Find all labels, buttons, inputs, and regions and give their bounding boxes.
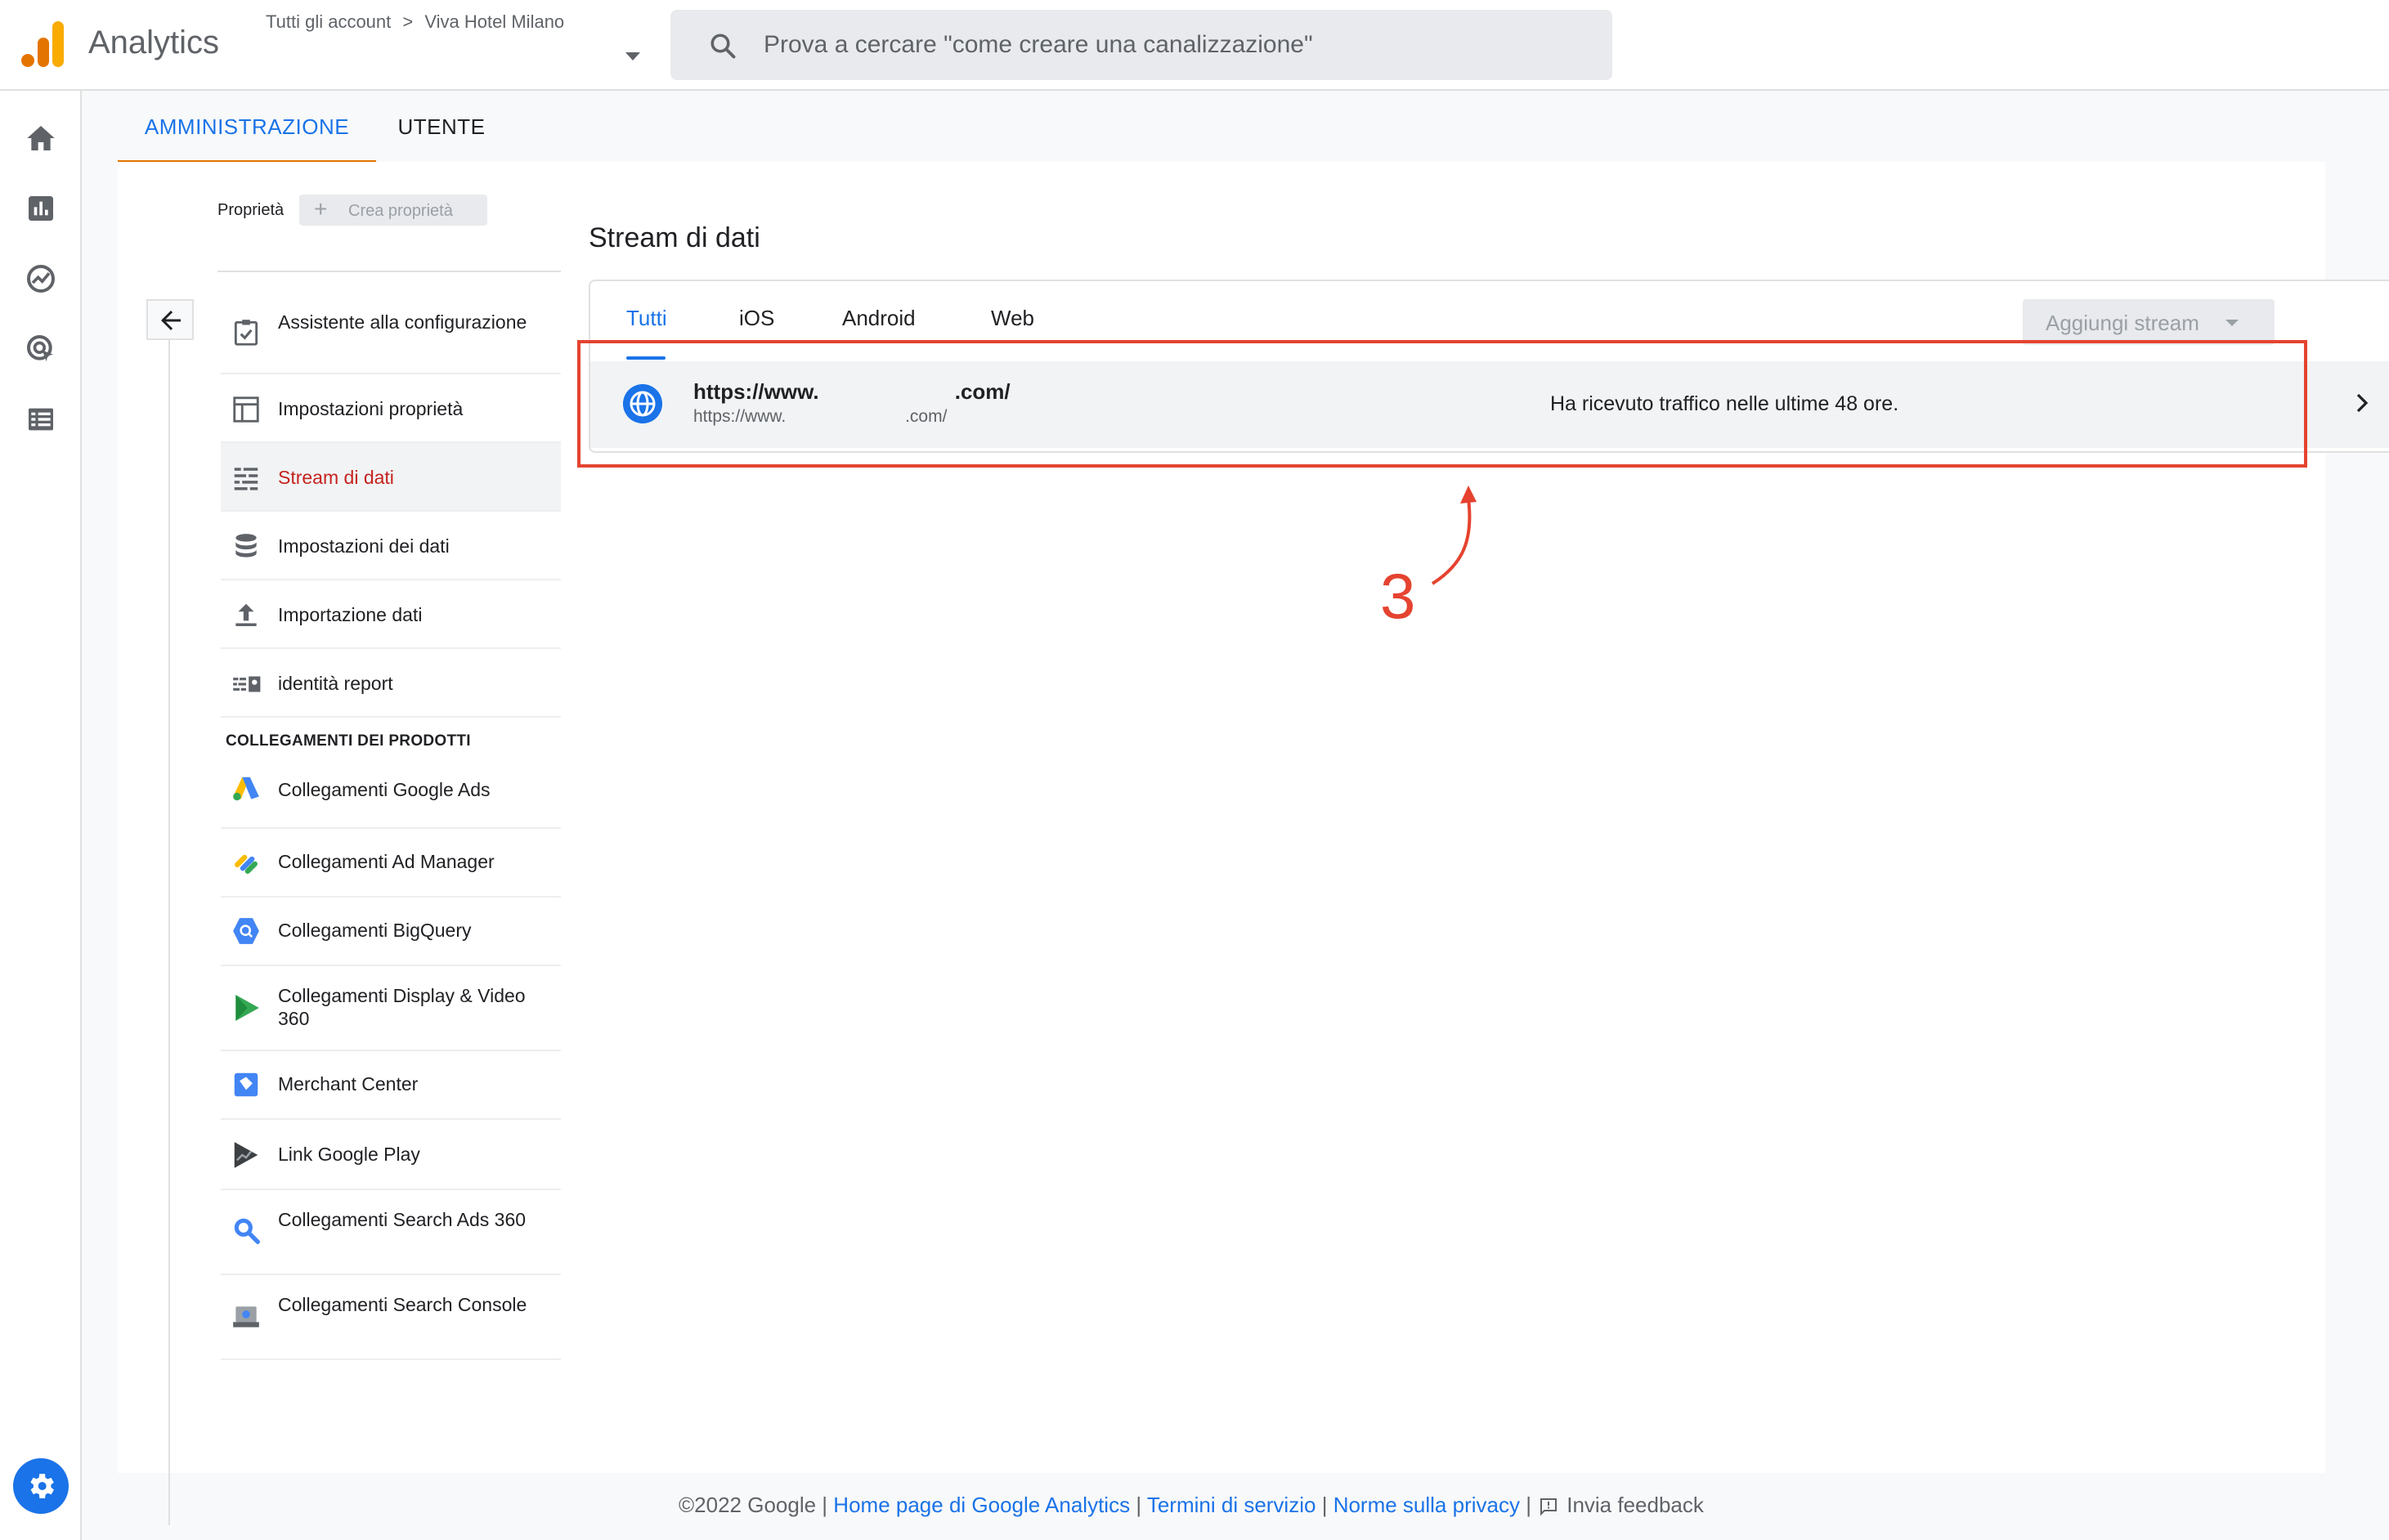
identity-icon — [233, 676, 261, 692]
page-title: Stream di dati — [589, 222, 760, 253]
tree-line — [168, 340, 170, 1525]
left-nav-rail — [0, 91, 82, 1540]
chevron-down-icon[interactable] — [625, 52, 640, 60]
tab-amministrazione[interactable]: AMMINISTRAZIONE — [118, 98, 376, 163]
plus-icon: + — [314, 196, 328, 222]
configure-icon[interactable] — [25, 403, 57, 436]
feedback-icon — [1540, 1498, 1558, 1516]
annotation-highlight-box — [577, 340, 2307, 468]
search-ads-icon — [234, 1218, 260, 1244]
breadcrumb: Tutti gli account > Viva Hotel Milano — [266, 11, 564, 33]
layout-icon — [233, 396, 259, 423]
menu-item-label: identità report — [278, 673, 393, 694]
feedback-button[interactable]: Invia feedback — [1537, 1493, 1704, 1517]
app-title: Analytics — [88, 25, 220, 60]
menu-item-label: Collegamenti Google Ads — [278, 779, 491, 800]
chevron-down-icon — [2225, 320, 2239, 326]
breadcrumb-property: Viva Hotel Milano — [424, 11, 565, 32]
bigquery-icon — [233, 918, 259, 944]
menu-item-merchant-center[interactable]: Merchant Center — [221, 1051, 561, 1120]
tab-ios[interactable]: iOS — [739, 306, 774, 331]
menu-item-dv360[interactable]: Collegamenti Display & Video 360 — [221, 966, 561, 1051]
property-menu: Assistente alla configurazione Impostazi… — [221, 293, 561, 1360]
tab-web[interactable]: Web — [991, 306, 1034, 331]
menu-item-label: Importazione dati — [278, 604, 423, 625]
dv360-icon — [235, 995, 259, 1021]
product-links-section-title: COLLEGAMENTI DEI PRODOTTI — [226, 732, 471, 750]
menu-item-ad-manager[interactable]: Collegamenti Ad Manager — [221, 829, 561, 898]
menu-item-label: Stream di dati — [278, 467, 394, 488]
annotation-number: 3 — [1380, 560, 1416, 632]
create-property-button[interactable]: + Crea proprietà — [299, 195, 487, 226]
menu-item-label: Collegamenti Search Ads 360 — [278, 1209, 527, 1230]
column-divider — [217, 271, 561, 272]
create-property-label: Crea proprietà — [348, 202, 453, 220]
menu-item-bigquery[interactable]: Collegamenti BigQuery — [221, 898, 561, 966]
top-bar: Analytics Tutti gli account > Viva Hotel… — [0, 0, 2389, 91]
google-ads-icon — [233, 777, 259, 801]
menu-item-setup-assistant[interactable]: Assistente alla configurazione — [221, 293, 561, 374]
search-input[interactable]: Prova a cercare "come creare una canaliz… — [764, 31, 1313, 59]
breadcrumb-separator: > — [402, 11, 414, 32]
menu-item-google-ads[interactable]: Collegamenti Google Ads — [221, 754, 561, 829]
search-icon — [710, 34, 736, 59]
menu-item-label: Impostazioni proprietà — [278, 398, 464, 419]
database-icon — [235, 534, 257, 557]
analytics-logo-icon[interactable] — [21, 21, 64, 67]
menu-item-google-play[interactable]: Link Google Play — [221, 1120, 561, 1190]
google-play-icon — [234, 1142, 258, 1168]
search-bar[interactable]: Prova a cercare "come creare una canaliz… — [670, 10, 1612, 80]
menu-item-data-streams[interactable]: Stream di dati — [221, 443, 561, 512]
chevron-right-icon[interactable] — [2350, 391, 2374, 415]
add-stream-label: Aggiungi stream — [2046, 311, 2199, 335]
footer-link-privacy[interactable]: Norme sulla privacy — [1333, 1493, 1520, 1517]
menu-item-data-import[interactable]: Importazione dati — [221, 580, 561, 649]
tab-tutti[interactable]: Tutti — [626, 306, 667, 331]
property-label: Proprietà — [217, 201, 285, 219]
footer: ©2022 Google | Home page di Google Analy… — [0, 1493, 2389, 1529]
home-icon[interactable] — [25, 122, 57, 154]
search-console-icon — [233, 1306, 259, 1327]
streams-icon — [234, 468, 258, 490]
footer-separator: | — [1136, 1493, 1142, 1517]
tab-android[interactable]: Android — [842, 306, 916, 331]
breadcrumb-account: Tutti gli account — [266, 11, 392, 32]
checklist-icon — [234, 320, 258, 346]
feedback-label: Invia feedback — [1567, 1493, 1704, 1517]
menu-item-label: Collegamenti BigQuery — [278, 920, 472, 941]
add-stream-button[interactable]: Aggiungi stream — [2023, 299, 2275, 345]
account-picker[interactable]: Tutti gli account > Viva Hotel Milano — [266, 11, 642, 77]
footer-separator: | — [822, 1493, 828, 1517]
arrow-back-icon — [161, 311, 181, 330]
menu-item-label: Assistente alla configurazione — [278, 311, 527, 333]
merchant-center-icon — [234, 1072, 258, 1097]
footer-copyright: ©2022 Google — [679, 1493, 817, 1517]
explore-icon[interactable] — [25, 262, 57, 295]
footer-separator: | — [1526, 1493, 1531, 1517]
footer-separator: | — [1321, 1493, 1328, 1517]
reports-icon[interactable] — [25, 192, 57, 225]
menu-item-data-settings[interactable]: Impostazioni dei dati — [221, 512, 561, 580]
menu-item-search-console[interactable]: Collegamenti Search Console — [221, 1275, 561, 1360]
footer-link-terms[interactable]: Termini di servizio — [1147, 1493, 1316, 1517]
menu-item-label: Impostazioni dei dati — [278, 535, 450, 557]
menu-item-property-settings[interactable]: Impostazioni proprietà — [221, 374, 561, 443]
menu-item-label: Merchant Center — [278, 1073, 419, 1095]
menu-item-label: Collegamenti Ad Manager — [278, 851, 495, 872]
footer-link-home[interactable]: Home page di Google Analytics — [833, 1493, 1130, 1517]
menu-item-label: Collegamenti Display & Video 360 — [278, 985, 526, 1029]
annotation-arrow-icon — [1431, 486, 1477, 585]
menu-item-reporting-identity[interactable]: identità report — [221, 649, 561, 718]
tab-utente[interactable]: UTENTE — [376, 98, 507, 163]
menu-item-label: Collegamenti Search Console — [278, 1294, 527, 1315]
back-button[interactable] — [146, 299, 194, 340]
menu-item-search-ads-360[interactable]: Collegamenti Search Ads 360 — [221, 1190, 561, 1275]
menu-item-label: Link Google Play — [278, 1144, 420, 1165]
ad-manager-icon — [235, 854, 258, 874]
advertising-icon[interactable] — [25, 333, 57, 365]
upload-icon — [235, 603, 257, 626]
